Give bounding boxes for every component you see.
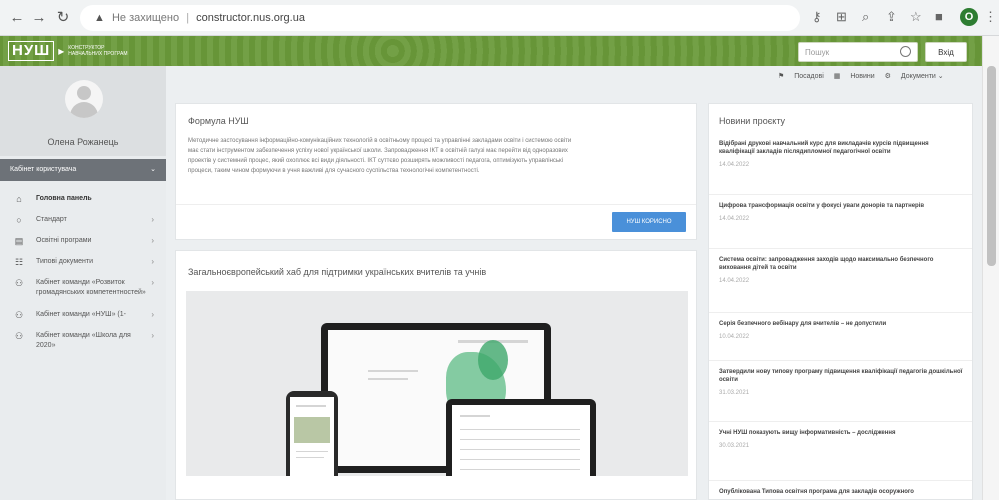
- chevron-right-icon: ›: [151, 278, 154, 287]
- cabinet-label: Кабінет користувача: [10, 166, 77, 173]
- sidebar-item-4[interactable]: ⚇ Кабінет команди «Розвиток громадянських…: [0, 273, 166, 305]
- news-item-title[interactable]: Відібрані друкові навчальний курс для ви…: [719, 140, 964, 156]
- sidebar-item-label: Кабінет команди «Розвиток громадянських …: [36, 279, 146, 296]
- logo-subtitle: Конструктор навчальних програм: [68, 45, 128, 57]
- news-item[interactable]: Відібрані друкові навчальний курс для ви…: [719, 140, 964, 168]
- zoom-icon[interactable]: ⌕: [862, 9, 869, 25]
- chevron-right-icon: ›: [151, 310, 154, 319]
- chevron-down-icon: ⌄: [150, 166, 156, 173]
- url-text: constructor.nus.org.ua: [196, 12, 305, 24]
- news-item-title[interactable]: Опублікована Типова освітня програма для…: [719, 488, 964, 496]
- news-item[interactable]: Цифрова трансформація освіти у фокусі ув…: [719, 202, 964, 222]
- sidebar-item-label: Стандарт: [36, 216, 67, 223]
- team-icon: ⚇: [14, 310, 24, 320]
- news-item[interactable]: Затвердили нову типову програму підвищен…: [719, 368, 964, 396]
- news-item-date: 14.04.2022: [719, 162, 750, 168]
- chevron-right-icon: ›: [151, 257, 154, 266]
- chevron-right-icon: ›: [151, 236, 154, 245]
- sidebar-item-6[interactable]: ⚇ Кабінет команди «Школа для 2020» ›: [0, 326, 166, 349]
- sidebar-item-1[interactable]: ○ Стандарт ›: [0, 210, 166, 231]
- formula-title: Формула НУШ: [188, 116, 249, 126]
- news-item-date: 31.03.2021: [719, 390, 750, 396]
- window-icon[interactable]: ■: [935, 9, 943, 24]
- sidebar-item-label: Кабінет команди «Школа для 2020»: [36, 332, 131, 349]
- browser-toolbar: ← → ↻ ▲ Не захищено | constructor.nus.or…: [0, 0, 999, 36]
- tablet-image: [446, 399, 596, 476]
- home-icon: ⌂: [16, 194, 22, 204]
- sidebar-item-label: Освітні програми: [36, 237, 92, 244]
- back-icon[interactable]: ←: [8, 9, 26, 27]
- document-icon: ▤: [14, 236, 24, 246]
- team-icon: ⚇: [14, 331, 24, 341]
- logo-main: НУШ: [8, 41, 55, 61]
- news-item[interactable]: Система освіти: запровадження заходів що…: [719, 256, 964, 284]
- news-item-title[interactable]: Учні НУШ показують вищу інформативність …: [719, 429, 964, 437]
- news-item[interactable]: Опублікована Типова освітня програма для…: [719, 488, 964, 496]
- sidebar-item-3[interactable]: ☷ Типові документи ›: [0, 252, 166, 273]
- hero-image: [186, 291, 688, 476]
- sidebar: Олена Рожанець Кабінет користувача ⌄ ⌂ Го…: [0, 66, 166, 500]
- formula-text: Методичне застосування інформаційно-кому…: [188, 138, 572, 174]
- sidebar-item-label: Типові документи: [36, 258, 94, 265]
- news-item-title[interactable]: Система освіти: запровадження заходів що…: [719, 256, 964, 272]
- logo-arrow-icon: ▸: [58, 44, 65, 58]
- share-icon[interactable]: ⇪: [886, 9, 897, 25]
- sidebar-menu: ⌂ Головна панель ○ Стандарт › ▤ Освітні програ…: [0, 189, 166, 349]
- table-icon: ☷: [14, 257, 24, 267]
- search-icon[interactable]: [900, 46, 911, 57]
- news-item[interactable]: Серія безпечного вебінару для вчителів –…: [719, 320, 964, 340]
- sidebar-item-2[interactable]: ▤ Освітні програми ›: [0, 231, 166, 252]
- profile-avatar[interactable]: O: [960, 8, 978, 26]
- scroll-thumb[interactable]: [987, 66, 996, 266]
- news-item-date: 10.04.2022: [719, 334, 750, 340]
- user-name: Олена Рожанець: [47, 137, 119, 147]
- login-button[interactable]: Вхід: [925, 42, 967, 62]
- phone-image: [286, 391, 338, 476]
- cabinet-dropdown[interactable]: Кабінет користувача ⌄: [0, 159, 166, 181]
- news-item-date: 14.04.2022: [719, 216, 750, 222]
- chevron-right-icon: ›: [151, 331, 154, 340]
- top-links: ⚑ Посадові ▦ Новини ⚙ Документи ⌄: [770, 72, 944, 80]
- news-item-title[interactable]: Цифрова трансформація освіти у фокусі ув…: [719, 202, 964, 210]
- top-link-documents[interactable]: ⚙ Документи ⌄: [885, 73, 944, 80]
- news-title: Новини проєкту: [719, 116, 786, 126]
- circle-icon: ○: [16, 215, 22, 225]
- warning-icon: ▲: [94, 12, 105, 24]
- top-link-posady[interactable]: ⚑ Посадові: [778, 73, 824, 80]
- top-link-news[interactable]: ▦ Новини: [834, 73, 875, 80]
- search-placeholder: Пошук: [805, 48, 830, 57]
- hub-title: Загальноєвропейський хаб для підтримки у…: [188, 267, 487, 277]
- news-item-title[interactable]: Затвердили нову типову програму підвищен…: [719, 368, 964, 384]
- hub-card: Загальноєвропейський хаб для підтримки у…: [175, 250, 697, 500]
- star-icon[interactable]: ☆: [910, 9, 922, 25]
- forward-icon[interactable]: →: [30, 9, 48, 27]
- news-card: Новини проєкту Відібрані друкові навчаль…: [708, 103, 973, 500]
- formula-card: Формула НУШ Методичне застосування інфор…: [175, 103, 697, 240]
- news-item-date: 30.03.2021: [719, 443, 750, 449]
- key-icon[interactable]: ⚷: [812, 9, 822, 25]
- menu-dots-icon[interactable]: ⋮: [984, 9, 997, 25]
- sidebar-item-label: Головна панель: [36, 195, 92, 202]
- sidebar-item-label: Кабінет команди «НУШ» (1-: [36, 311, 126, 318]
- news-item-title[interactable]: Серія безпечного вебінару для вчителів –…: [719, 320, 964, 328]
- sidebar-item-5[interactable]: ⚇ Кабінет команди «НУШ» (1- ›: [0, 305, 166, 326]
- news-item-date: 14.04.2022: [719, 278, 750, 284]
- search-input[interactable]: Пошук: [798, 42, 918, 62]
- chevron-right-icon: ›: [151, 215, 154, 224]
- team-icon: ⚇: [14, 278, 24, 288]
- sidebar-item-0[interactable]: ⌂ Головна панель: [0, 189, 166, 210]
- security-label: Не захищено: [111, 12, 180, 24]
- address-bar[interactable]: ▲ Не захищено | constructor.nus.org.ua: [80, 5, 800, 31]
- reload-icon[interactable]: ↻: [54, 9, 72, 27]
- more-button[interactable]: НУШ КОРИСНО: [612, 212, 686, 232]
- translate-icon[interactable]: ⊞: [836, 9, 847, 25]
- page-scrollbar[interactable]: [982, 36, 999, 500]
- site-header: НУШ ▸ Конструктор навчальних програм Пош…: [0, 36, 982, 66]
- avatar[interactable]: [65, 80, 103, 118]
- site-logo[interactable]: НУШ ▸ Конструктор навчальних програм: [8, 40, 138, 62]
- news-item[interactable]: Учні НУШ показують вищу інформативність …: [719, 429, 964, 449]
